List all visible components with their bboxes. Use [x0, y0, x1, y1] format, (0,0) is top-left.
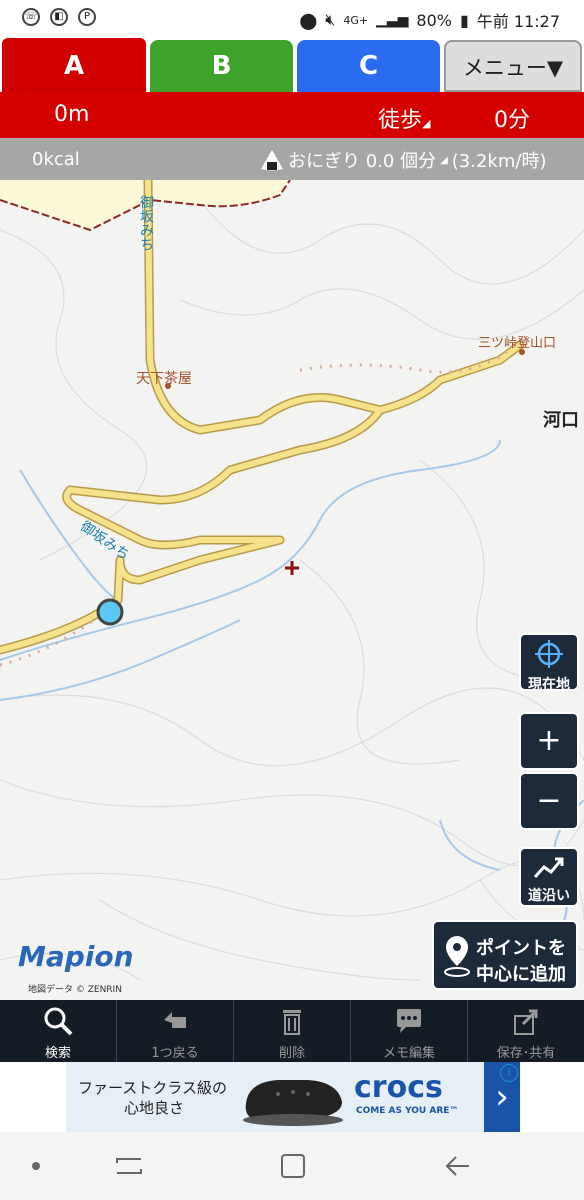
dropdown-corner-icon: ◢ [422, 117, 431, 130]
route-info-bar: 0m 徒歩◢ 0分 [0, 92, 584, 138]
duration-value: 0分 [494, 108, 530, 133]
battery-icon: ▮ [459, 10, 469, 30]
onigiri-info[interactable]: おにぎり 0.0 個分 ◢ (3.2km/時) [260, 147, 546, 173]
distance-value: 0m [54, 102, 90, 127]
add-point-label-1: ポイントを [476, 938, 566, 959]
notification-icon: ◧ [50, 8, 68, 26]
minus-icon: − [536, 783, 562, 818]
search-label: 検索 [44, 1046, 71, 1061]
map-view[interactable]: 御坂みち 天下茶屋 三ツ峠登山口 河口 御坂みち 現在地 + − 道沿い ポイン… [0, 180, 584, 1000]
calorie-value: 0kcal [32, 149, 80, 170]
battery-level: 80% [416, 10, 452, 30]
along-road-button[interactable]: 道沿い [519, 847, 579, 907]
system-nav-bar [0, 1132, 584, 1200]
status-bar: ☏ ◧ P ⬤ 🔇︎ 4G+ ▁▃▅ 80% ▮ 午前 11:27 [0, 0, 584, 36]
ad-info-icon[interactable]: i [500, 1064, 518, 1082]
memo-icon [397, 1009, 421, 1033]
ad-banner[interactable]: ファーストクラス級の 心地良さ crocs COME AS YOU ARE™ › [66, 1062, 520, 1132]
save-share-label: 保存･共有 [496, 1046, 556, 1061]
ad-text: ファーストクラス級の 心地良さ [78, 1078, 227, 1118]
dot-icon[interactable] [32, 1162, 40, 1170]
parking-icon: P [78, 8, 96, 26]
map-label-road1: 御坂みち [138, 195, 154, 251]
wifi-calling-icon: ☏ [22, 8, 40, 26]
current-location-marker [96, 598, 124, 626]
ad-banner-area: ファーストクラス級の 心地良さ crocs COME AS YOU ARE™ ›… [0, 1062, 584, 1132]
pin-icon [444, 936, 470, 977]
walking-speed: (3.2km/時) [451, 151, 547, 172]
route-tabs: A B C メニュー▼ [0, 36, 584, 92]
along-road-label: 道沿い [528, 888, 570, 904]
onigiri-count: おにぎり 0.0 個分 [288, 151, 437, 172]
signal-icon: ▁▃▅ [376, 12, 409, 28]
search-icon [44, 1007, 73, 1036]
tab-c[interactable]: C [297, 40, 440, 92]
recent-apps-icon[interactable] [114, 1151, 144, 1181]
zoom-in-button[interactable]: + [519, 712, 579, 770]
travel-mode-label: 徒歩 [378, 108, 423, 133]
delete-label: 削除 [278, 1046, 305, 1061]
back-icon[interactable] [442, 1151, 472, 1181]
save-share-button[interactable]: 保存･共有 [468, 1000, 584, 1062]
location-icon: ⬤ [299, 10, 318, 30]
current-location-label: 現在地 [528, 677, 570, 693]
onigiri-icon [261, 150, 283, 171]
map-canvas [0, 180, 584, 981]
ad-text-line2: 心地良さ [124, 1099, 185, 1117]
home-icon[interactable] [278, 1151, 308, 1181]
undo-label: 1つ戻る [151, 1046, 199, 1061]
map-label-place2: 三ツ峠登山口 [478, 336, 557, 351]
share-icon [514, 1009, 538, 1035]
menu-button[interactable]: メニュー▼ [444, 40, 582, 92]
tab-a[interactable]: A [0, 36, 148, 92]
map-label-place3: 河口 [543, 410, 579, 431]
gps-icon [535, 640, 563, 668]
search-button[interactable]: 検索 [0, 1000, 117, 1062]
calorie-info-bar: 0kcal おにぎり 0.0 個分 ◢ (3.2km/時) [0, 138, 584, 180]
ad-tagline: COME AS YOU ARE™ [356, 1106, 459, 1116]
clog-shoe-image [243, 1080, 343, 1126]
mapion-logo: Mapion [18, 940, 134, 973]
memo-edit-label: メモ編集 [382, 1046, 435, 1061]
network-label: 4G+ [343, 13, 369, 27]
mute-icon: 🔇︎ [325, 10, 336, 29]
add-point-button[interactable]: ポイントを 中心に追加 [432, 920, 578, 990]
trend-line-icon [533, 857, 564, 879]
tab-b[interactable]: B [150, 40, 293, 92]
travel-mode-select[interactable]: 徒歩◢ [378, 102, 430, 134]
delete-button[interactable]: 削除 [234, 1000, 351, 1062]
dropdown-corner-icon: ◢ [440, 154, 448, 166]
add-point-label-2: 中心に追加 [476, 964, 566, 985]
clock: 午前 11:27 [476, 12, 560, 31]
plus-icon: + [536, 723, 562, 758]
map-credit: 地図データ © ZENRIN [28, 985, 122, 995]
bottom-toolbar: 検索 1つ戻る 削除 メモ編集 保存･共有 [0, 1000, 584, 1062]
undo-icon [164, 1012, 186, 1028]
current-location-button[interactable]: 現在地 [519, 633, 579, 693]
ad-brand: crocs [354, 1070, 443, 1105]
memo-edit-button[interactable]: メモ編集 [351, 1000, 468, 1062]
undo-button[interactable]: 1つ戻る [117, 1000, 234, 1062]
zoom-out-button[interactable]: − [519, 772, 579, 830]
map-label-place1: 天下茶屋 [136, 371, 192, 387]
ad-text-line1: ファーストクラス級の [78, 1079, 227, 1097]
trash-icon [283, 1010, 301, 1035]
